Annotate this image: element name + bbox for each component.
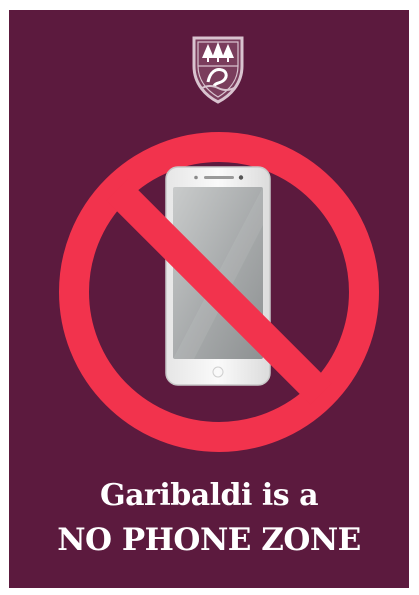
headline-line-1: Garibaldi is a <box>99 478 319 513</box>
poster: Garibaldi is a NO PHONE ZONE <box>9 10 409 588</box>
headline-line-2: NO PHONE ZONE <box>57 522 361 558</box>
school-crest-icon <box>192 36 244 104</box>
prohibition-slash <box>106 179 332 405</box>
